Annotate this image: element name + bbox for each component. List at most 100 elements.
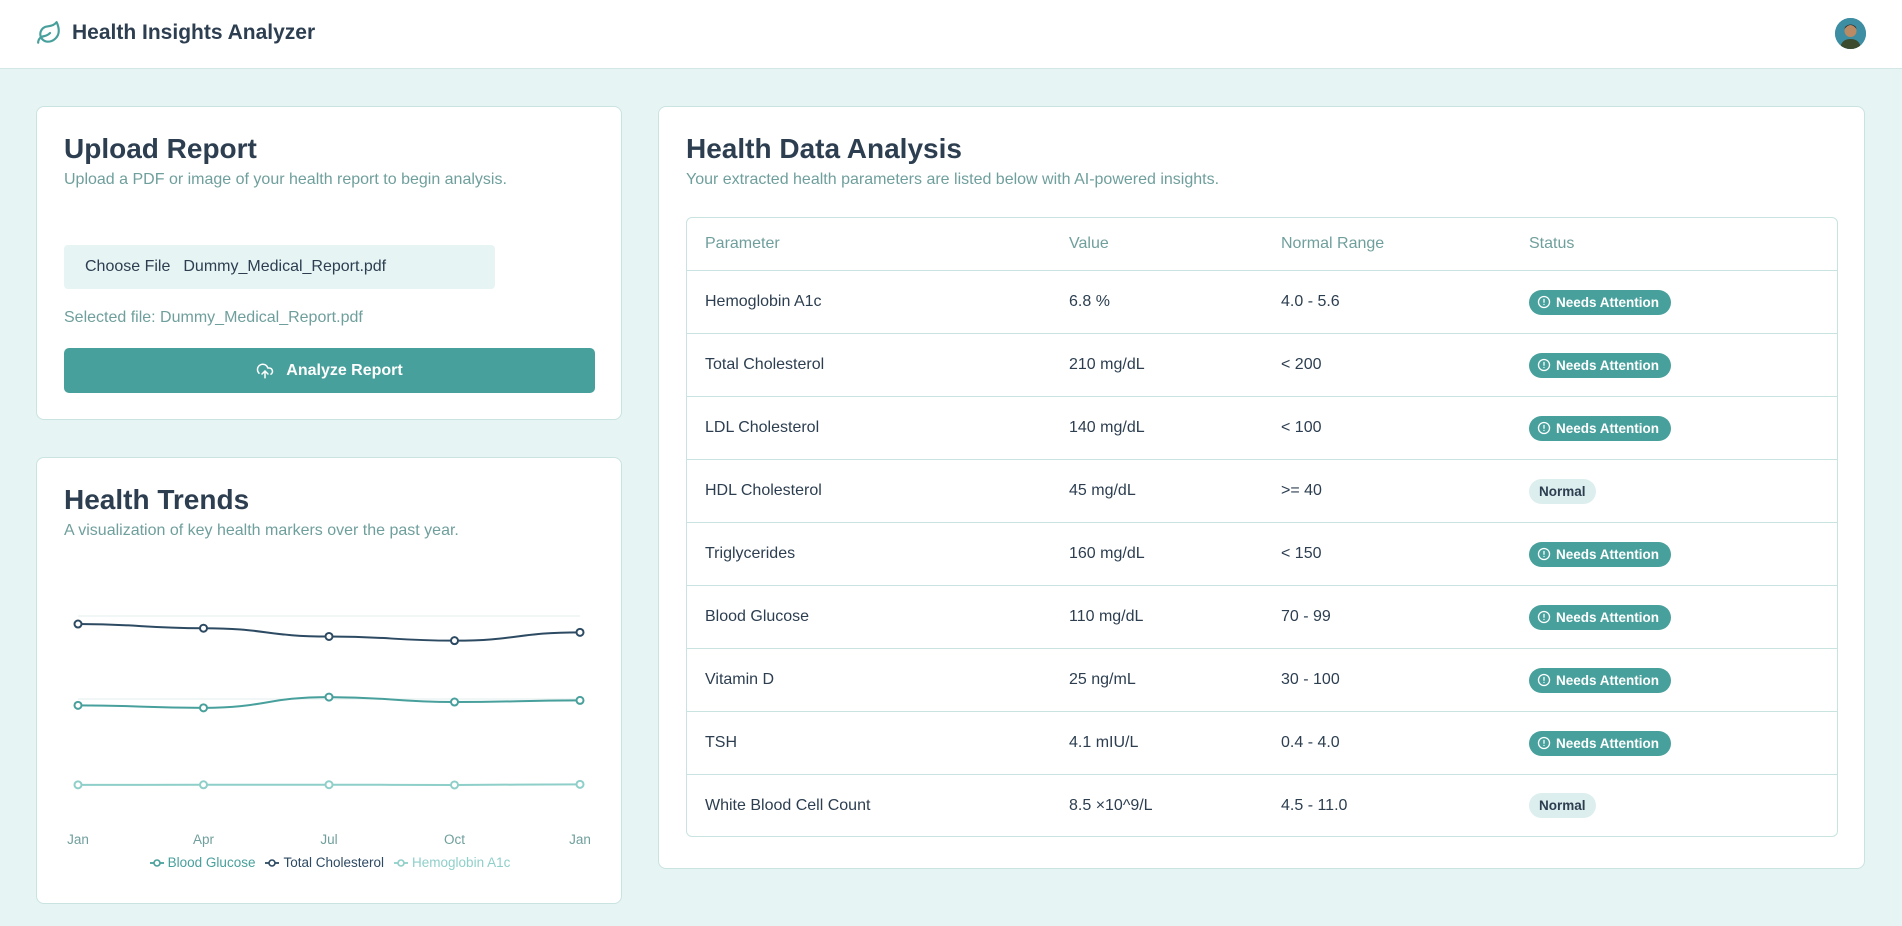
leaf-icon — [37, 21, 60, 44]
cell-parameter: TSH — [687, 712, 1051, 775]
data-point[interactable] — [73, 780, 83, 790]
cell-normal-range: 70 - 99 — [1263, 586, 1511, 649]
header-status: Status — [1511, 218, 1837, 271]
upload-subtitle: Upload a PDF or image of your health rep… — [64, 171, 507, 188]
status-badge: Needs Attention — [1529, 415, 1672, 441]
status-label: Needs Attention — [1556, 357, 1660, 373]
trends-chart: Jan Apr Jul Oct Jan — [67, 615, 591, 847]
data-point[interactable] — [199, 780, 208, 790]
parameters-table: Parameter Value Normal Range Status Hemo… — [686, 217, 1838, 837]
cell-status: Needs Attention — [1511, 334, 1837, 397]
legend-swatch-icon — [149, 858, 164, 867]
status-badge: Needs Attention — [1529, 289, 1672, 315]
legend-item[interactable]: Hemoglobin A1c — [394, 855, 510, 870]
app-title: Health Insights Analyzer — [72, 21, 316, 44]
cell-parameter: Blood Glucose — [687, 586, 1051, 649]
x-tick-label: Jan — [67, 832, 89, 847]
avatar[interactable] — [1835, 18, 1866, 49]
data-point[interactable] — [450, 636, 459, 646]
cell-status: Needs Attention — [1511, 397, 1837, 460]
data-point[interactable] — [324, 692, 334, 702]
data-point[interactable] — [199, 623, 208, 633]
cell-normal-range: 0.4 - 4.0 — [1263, 712, 1511, 775]
status-label: Needs Attention — [1556, 609, 1660, 625]
choose-file-button[interactable]: Choose File — [85, 258, 170, 276]
status-label: Needs Attention — [1556, 420, 1660, 436]
status-badge: Needs Attention — [1529, 730, 1672, 756]
cell-status: Normal — [1511, 775, 1837, 836]
cell-value: 160 mg/dL — [1051, 523, 1263, 586]
status-badge: Needs Attention — [1529, 352, 1672, 378]
data-point[interactable] — [450, 697, 459, 707]
analyze-report-button[interactable]: Analyze Report — [64, 348, 595, 393]
data-point[interactable] — [199, 703, 208, 713]
cell-value: 210 mg/dL — [1051, 334, 1263, 397]
cell-status: Needs Attention — [1511, 712, 1837, 775]
data-point[interactable] — [575, 695, 585, 705]
file-name: Dummy_Medical_Report.pdf — [183, 258, 387, 275]
cell-normal-range: 4.5 - 11.0 — [1281, 796, 1348, 814]
alert-circle-icon — [1537, 673, 1551, 687]
cell-status: Needs Attention — [1511, 649, 1837, 712]
data-point[interactable] — [575, 627, 585, 637]
x-tick-label: Jul — [320, 832, 337, 847]
brand[interactable]: Health Insights Analyzer — [36, 20, 315, 46]
data-point[interactable] — [575, 779, 585, 789]
table-row: HDL Cholesterol 45 mg/dL >= 40 Normal — [687, 460, 1837, 523]
cell-parameter: Total Cholesterol — [687, 334, 1051, 397]
cell-status: Needs Attention — [1511, 271, 1837, 334]
data-point[interactable] — [324, 631, 334, 641]
analysis-card: Health Data Analysis Your extracted heal… — [658, 106, 1865, 869]
legend-swatch-icon — [265, 858, 280, 867]
x-tick-label: Oct — [444, 832, 465, 847]
x-tick-label: Jan — [569, 832, 591, 847]
analysis-subtitle: Your extracted health parameters are lis… — [686, 171, 1220, 188]
cell-status: Needs Attention — [1511, 523, 1837, 586]
table-row: LDL Cholesterol 140 mg/dL < 100 Needs Atten… — [687, 397, 1837, 460]
cell-parameter: Triglycerides — [687, 523, 1051, 586]
data-point[interactable] — [324, 780, 334, 790]
cloud-upload-icon — [257, 363, 274, 378]
alert-circle-icon — [1537, 610, 1551, 624]
cell-normal-range: < 150 — [1263, 523, 1511, 586]
data-point[interactable] — [450, 780, 459, 790]
status-label: Needs Attention — [1556, 672, 1660, 688]
cell-normal-range: < 200 — [1263, 334, 1511, 397]
status-label: Needs Attention — [1556, 546, 1660, 562]
legend-label: Blood Glucose — [167, 855, 256, 870]
alert-circle-icon — [1537, 421, 1551, 435]
legend-item[interactable]: Total Cholesterol — [265, 855, 384, 870]
cell-parameter: Hemoglobin A1c — [687, 271, 1051, 334]
selected-file-text: Selected file: Dummy_Medical_Report.pdf — [64, 309, 363, 326]
cell-parameter: White Blood Cell Count — [705, 796, 871, 814]
cell-value: 25 ng/mL — [1051, 649, 1263, 712]
trends-card: Health Trends A visualization of key hea… — [36, 457, 622, 904]
cell-normal-range: >= 40 — [1263, 460, 1511, 523]
file-input[interactable]: Choose File Dummy_Medical_Report.pdf — [64, 245, 495, 289]
legend-swatch-icon — [394, 858, 409, 867]
data-point[interactable] — [73, 700, 83, 710]
x-tick-label: Apr — [193, 832, 215, 847]
header-parameter: Parameter — [687, 218, 1051, 271]
table-row: Hemoglobin A1c 6.8 % 4.0 - 5.6 Needs Attent… — [687, 271, 1837, 334]
status-badge: Needs Attention — [1529, 604, 1672, 630]
status-label: Normal — [1539, 483, 1586, 499]
status-badge: Needs Attention — [1529, 541, 1672, 567]
analysis-title: Health Data Analysis — [686, 133, 962, 164]
status-badge: Needs Attention — [1529, 667, 1672, 693]
cell-normal-range: 4.0 - 5.6 — [1263, 271, 1511, 334]
table-row: Total Cholesterol 210 mg/dL < 200 Needs Att… — [687, 334, 1837, 397]
data-point[interactable] — [73, 619, 83, 629]
upload-title: Upload Report — [64, 133, 257, 164]
cell-value: 4.1 mIU/L — [1051, 712, 1263, 775]
cell-status: Needs Attention — [1511, 586, 1837, 649]
table-row: TSH 4.1 mIU/L 0.4 - 4.0 Needs Attention — [687, 712, 1837, 775]
status-label: Needs Attention — [1556, 735, 1660, 751]
table-header-row: Parameter Value Normal Range Status — [687, 218, 1837, 271]
cell-normal-range: 30 - 100 — [1263, 649, 1511, 712]
cell-parameter: Vitamin D — [687, 649, 1051, 712]
table-row: White Blood Cell Count 8.5 ×10^9/L 4.5 - 1… — [687, 775, 1837, 836]
legend-item[interactable]: Blood Glucose — [149, 855, 256, 870]
header-normal-range: Normal Range — [1263, 218, 1511, 271]
cell-parameter: HDL Cholesterol — [687, 460, 1051, 523]
